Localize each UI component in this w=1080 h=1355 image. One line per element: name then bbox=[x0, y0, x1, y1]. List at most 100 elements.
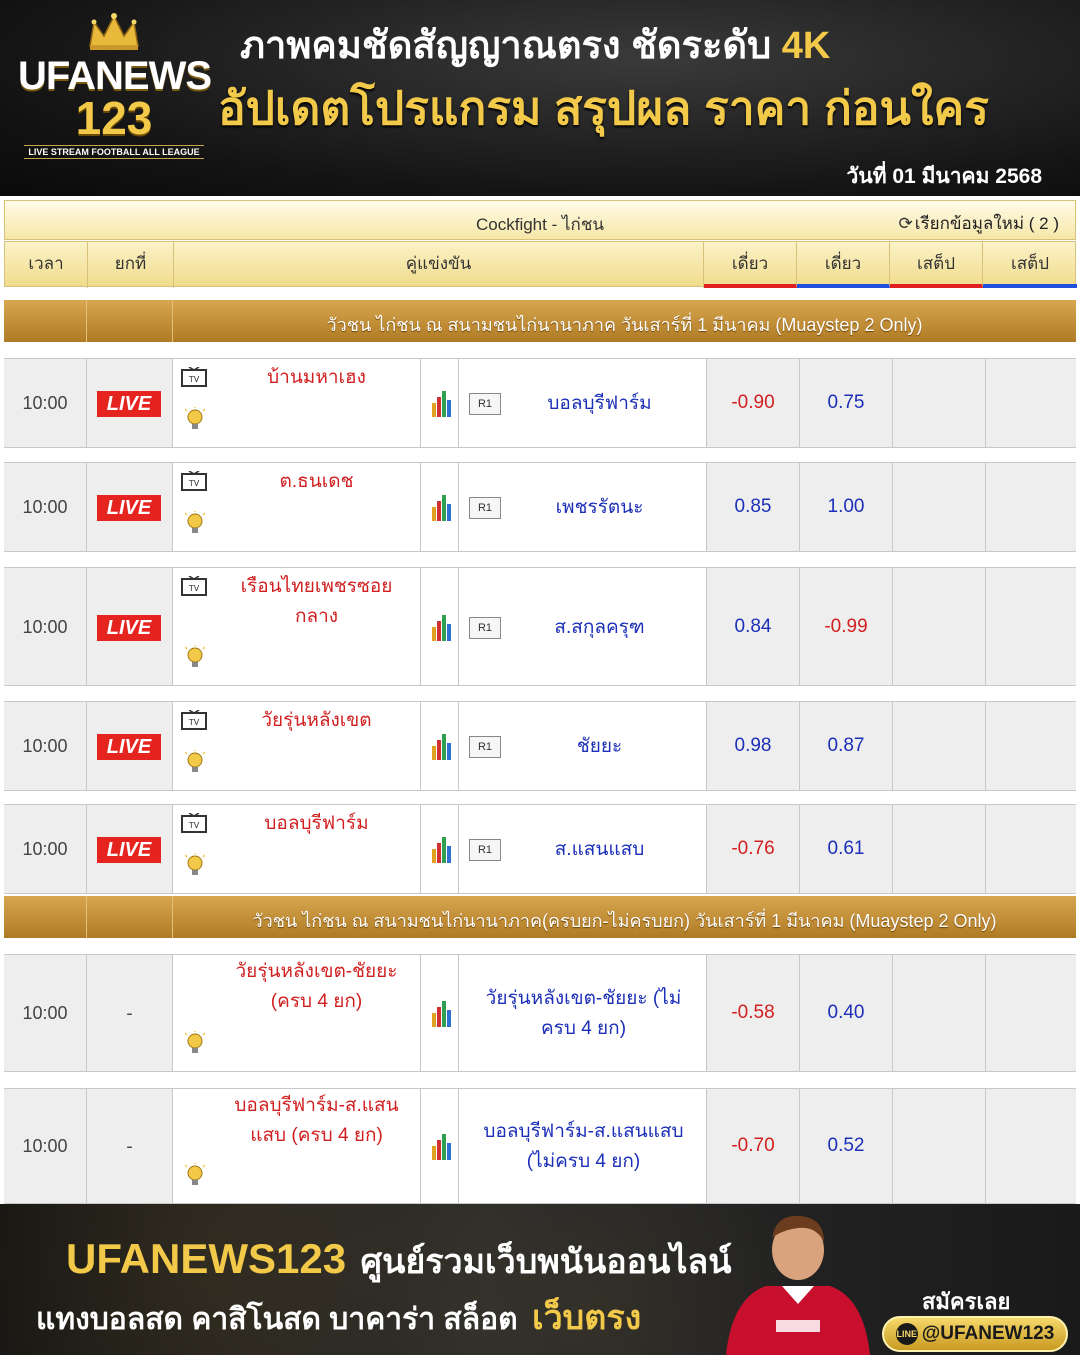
single-odd-1-cell[interactable]: 0.98 bbox=[707, 702, 800, 790]
live-badge[interactable]: LIVE bbox=[97, 495, 161, 521]
home-team[interactable]: บอลบุรีฟาร์ม-ส.แสนแสบ (ครบ 4 ยก) bbox=[217, 1091, 416, 1151]
step-2-cell[interactable] bbox=[986, 1089, 1076, 1203]
step-2-cell[interactable] bbox=[986, 805, 1076, 893]
home-team[interactable]: บอลบุรีฟาร์ม bbox=[217, 809, 416, 839]
refresh-button[interactable]: ⟳ เรียกข้อมูลใหม่ ( 2 ) bbox=[898, 210, 1059, 237]
single-odd-1-cell[interactable]: -0.58 bbox=[707, 955, 800, 1071]
single-odd-2-cell[interactable]: 0.61 bbox=[800, 805, 893, 893]
header-step-2[interactable]: เสต็ป bbox=[983, 242, 1077, 288]
step-2-cell[interactable] bbox=[986, 702, 1076, 790]
away-team[interactable]: บอลบุรีฟาร์ม bbox=[501, 389, 698, 419]
step-1-cell[interactable] bbox=[893, 702, 986, 790]
tips-bulb-icon[interactable] bbox=[185, 1031, 205, 1059]
single-odd-1-cell[interactable]: 0.85 bbox=[707, 463, 800, 551]
match-row[interactable]: 10:00 - บอลบุรีฟาร์ม-ส.แสนแสบ (ครบ 4 ยก) บอ… bbox=[4, 1088, 1076, 1204]
step-2-cell[interactable] bbox=[986, 568, 1076, 685]
single-odd-2-cell[interactable]: 0.40 bbox=[800, 955, 893, 1071]
stats-chart-icon[interactable] bbox=[431, 837, 453, 863]
odds-value[interactable]: -0.76 bbox=[707, 838, 799, 860]
step-2-cell[interactable] bbox=[986, 955, 1076, 1071]
stats-chart-icon[interactable] bbox=[431, 391, 453, 417]
match-row[interactable]: 10:00 LIVE TV บอลบุรีฟาร์ม R1 ส.แสนแสบ -0.76 0.… bbox=[4, 804, 1076, 894]
tips-bulb-icon[interactable] bbox=[185, 407, 205, 435]
tv-icon[interactable]: TV bbox=[181, 471, 207, 491]
home-team[interactable]: ต.ธนเดช bbox=[217, 467, 416, 497]
away-team[interactable]: เพชรรัตนะ bbox=[501, 493, 698, 523]
home-team[interactable]: เรือนไทยเพชรซอย กลาง bbox=[217, 572, 416, 632]
live-badge[interactable]: LIVE bbox=[97, 614, 161, 641]
odds-value[interactable]: 0.75 bbox=[800, 392, 892, 414]
single-odd-1-cell[interactable]: -0.90 bbox=[707, 359, 800, 447]
odds-value[interactable]: 0.52 bbox=[800, 1135, 892, 1157]
tv-icon[interactable]: TV bbox=[181, 813, 207, 833]
step-2-cell[interactable] bbox=[986, 359, 1076, 447]
header-match[interactable]: คู่แข่งขัน bbox=[174, 242, 704, 288]
tv-icon[interactable]: TV bbox=[181, 367, 207, 387]
step-1-cell[interactable] bbox=[893, 568, 986, 685]
step-1-cell[interactable] bbox=[893, 955, 986, 1071]
match-row[interactable]: 10:00 LIVE TV บ้านมหาเฮง R1 บอลบุรีฟาร์ม -0.90… bbox=[4, 358, 1076, 448]
header-single-1[interactable]: เดี่ยว bbox=[704, 242, 797, 288]
stats-chart-icon[interactable] bbox=[431, 614, 453, 641]
step-1-cell[interactable] bbox=[893, 1089, 986, 1203]
away-team[interactable]: วัยรุ่นหลังเขต-ชัยยะ (ไม่ครบ 4 ยก) bbox=[469, 984, 698, 1044]
live-badge[interactable]: LIVE bbox=[97, 391, 161, 417]
tips-bulb-icon[interactable] bbox=[185, 645, 205, 673]
header-single-2[interactable]: เดี่ยว bbox=[797, 242, 890, 288]
step-1-cell[interactable] bbox=[893, 463, 986, 551]
single-odd-2-cell[interactable]: 0.52 bbox=[800, 1089, 893, 1203]
odds-value[interactable]: 0.61 bbox=[800, 838, 892, 860]
step-2-cell[interactable] bbox=[986, 463, 1076, 551]
home-team[interactable]: บ้านมหาเฮง bbox=[217, 363, 416, 393]
header-round[interactable]: ยกที่ bbox=[88, 242, 174, 288]
single-odd-2-cell[interactable]: 0.87 bbox=[800, 702, 893, 790]
live-badge[interactable]: LIVE bbox=[97, 837, 161, 863]
step-1-cell[interactable] bbox=[893, 805, 986, 893]
stats-chart-icon[interactable] bbox=[431, 1134, 453, 1160]
odds-value[interactable]: 1.00 bbox=[800, 496, 892, 518]
away-team[interactable]: บอลบุรีฟาร์ม-ส.แสนแสบ (ไม่ครบ 4 ยก) bbox=[469, 1117, 698, 1177]
stats-chart-icon[interactable] bbox=[431, 495, 453, 521]
stats-chart-icon[interactable] bbox=[431, 734, 453, 760]
single-odd-2-cell[interactable]: 0.75 bbox=[800, 359, 893, 447]
header-time[interactable]: เวลา bbox=[5, 242, 88, 288]
line-contact-button[interactable]: LINE @UFANEW123 bbox=[882, 1316, 1068, 1352]
odds-value[interactable]: -0.58 bbox=[707, 1002, 799, 1024]
stats-cell bbox=[421, 359, 459, 447]
odds-value[interactable]: -0.90 bbox=[707, 392, 799, 414]
tips-bulb-icon[interactable] bbox=[185, 853, 205, 881]
live-badge[interactable]: LIVE bbox=[97, 734, 161, 760]
odds-value[interactable]: 0.87 bbox=[800, 735, 892, 757]
signup-label[interactable]: สมัครเลย bbox=[922, 1284, 1010, 1319]
stats-chart-icon[interactable] bbox=[431, 1001, 453, 1027]
step-1-cell[interactable] bbox=[893, 359, 986, 447]
site-logo[interactable]: UFANEWS 123 LIVE STREAM FOOTBALL ALL LEA… bbox=[18, 12, 212, 182]
home-team[interactable]: วัยรุ่นหลังเขต-ชัยยะ (ครบ 4 ยก) bbox=[217, 957, 416, 1017]
single-odd-1-cell[interactable]: -0.76 bbox=[707, 805, 800, 893]
single-odd-2-cell[interactable]: -0.99 bbox=[800, 568, 893, 685]
tv-icon[interactable]: TV bbox=[181, 710, 207, 730]
single-odd-2-cell[interactable]: 1.00 bbox=[800, 463, 893, 551]
match-row[interactable]: 10:00 LIVE TV เรือนไทยเพชรซอย กลาง R1 ส.สกุลค… bbox=[4, 567, 1076, 686]
odds-value[interactable]: 0.98 bbox=[707, 735, 799, 757]
odds-value[interactable]: 0.40 bbox=[800, 1002, 892, 1024]
home-team[interactable]: วัยรุ่นหลังเขต bbox=[217, 706, 416, 736]
away-team[interactable]: ส.สกุลครุฑ bbox=[501, 613, 698, 643]
tv-icon[interactable]: TV bbox=[181, 576, 207, 596]
single-odd-1-cell[interactable]: -0.70 bbox=[707, 1089, 800, 1203]
away-team[interactable]: ชัยยะ bbox=[501, 732, 698, 762]
odds-value[interactable]: 0.84 bbox=[707, 616, 799, 638]
single-odd-1-cell[interactable]: 0.84 bbox=[707, 568, 800, 685]
match-row[interactable]: 10:00 LIVE TV ต.ธนเดช R1 เพชรรัตนะ 0.85 1.00 bbox=[4, 462, 1076, 552]
odds-value[interactable]: 0.85 bbox=[707, 496, 799, 518]
odds-value[interactable]: -0.99 bbox=[800, 616, 892, 638]
header-step-1[interactable]: เสต็ป bbox=[890, 242, 983, 288]
tips-bulb-icon[interactable] bbox=[185, 511, 205, 539]
headline-primary: ภาพคมชัดสัญญาณตรง ชัดระดับ 4K bbox=[240, 14, 830, 75]
tips-bulb-icon[interactable] bbox=[185, 1163, 205, 1191]
away-team[interactable]: ส.แสนแสบ bbox=[501, 835, 698, 865]
tips-bulb-icon[interactable] bbox=[185, 750, 205, 778]
match-row[interactable]: 10:00 LIVE TV วัยรุ่นหลังเขต R1 ชัยยะ 0.98 0.87 bbox=[4, 701, 1076, 791]
odds-value[interactable]: -0.70 bbox=[707, 1135, 799, 1157]
match-row[interactable]: 10:00 - วัยรุ่นหลังเขต-ชัยยะ (ครบ 4 ยก) วัย… bbox=[4, 954, 1076, 1072]
